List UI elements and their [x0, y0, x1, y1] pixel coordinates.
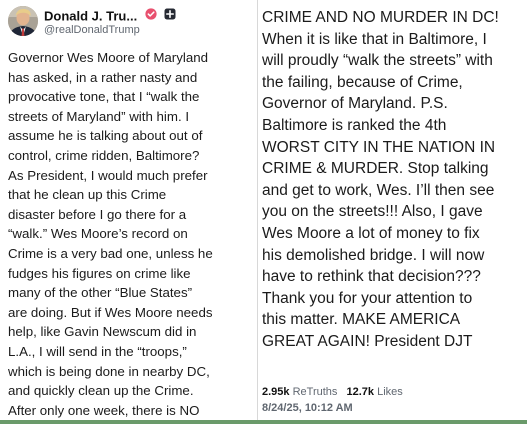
post-text-line: After only one week, there is NO [8, 402, 200, 418]
avatar-image [8, 6, 38, 36]
post-text-line: and get to work, Wes. I’ll then see [262, 181, 495, 199]
post-text-line: provocative tone, that I “walk the [8, 89, 200, 105]
post-text-line: has asked, in a rather nasty and [8, 69, 198, 85]
post-right-column: CRIME AND NO MURDER IN DC! When it is li… [258, 0, 527, 420]
author-display-name[interactable]: Donald J. Tru... [44, 9, 137, 24]
background-strip [0, 420, 527, 424]
post-text-line: assume he is talking about out of [8, 128, 203, 144]
post-text-line: fudges his figures on crime like [8, 265, 191, 281]
post-text-line: have to rethink that decision??? [262, 268, 481, 286]
post-text-line: Baltimore is ranked the 4th [262, 116, 447, 134]
retruths-stat[interactable]: 2.95k ReTruths [262, 386, 337, 398]
post-text-line: When it is like that in Baltimore, I [262, 30, 487, 48]
truth-post-screenshot: Donald J. Tru... @realDonaldTrump Govern… [0, 0, 527, 424]
likes-count: 12.7k [346, 386, 375, 398]
author-handle[interactable]: @realDonaldTrump [44, 24, 140, 36]
post-timestamp[interactable]: 8/24/25, 10:12 AM [262, 402, 353, 414]
post-text-line: are doing. But if Wes Moore needs [8, 304, 213, 320]
post-text-line: As President, I would much prefer [8, 167, 208, 183]
retruths-count: 2.95k [262, 386, 290, 398]
post-text-line: will proudly “walk the streets” with [262, 52, 493, 70]
post-text-line: disaster before I go there for a [8, 206, 187, 222]
post-text-line: Crime is a very bad one, unless he [8, 245, 213, 261]
post-text-line: L.A., I will send in the “troops,” [8, 343, 187, 359]
post-text-line: the failing, because of Crime, [262, 73, 463, 91]
post-text-line: many of the other “Blue States” [8, 285, 193, 301]
post-text-line: Thank you for your attention to [262, 289, 473, 307]
post-text-line: this matter. MAKE AMERICA [262, 311, 461, 329]
post-body-right: CRIME AND NO MURDER IN DC! When it is li… [262, 7, 527, 353]
post-text-line: which is being done in nearby DC, [8, 363, 210, 379]
post-text-line: Governor of Maryland. P.S. [262, 95, 448, 113]
post-text-line: “walk.” Wes Moore’s record on [8, 226, 188, 242]
affiliation-badge-icon [164, 7, 176, 25]
post-header: Donald J. Tru... @realDonaldTrump [8, 6, 253, 38]
likes-label: Likes [377, 386, 403, 398]
post-text-line: streets of Maryland” with him. I [8, 108, 190, 124]
post-text-line: Governor Wes Moore of Maryland [8, 50, 209, 65]
retruths-label: ReTruths [292, 386, 338, 398]
post-stats: 2.95k ReTruths 12.7k Likes [262, 386, 409, 398]
post-text-line: CRIME AND NO MURDER IN DC! [262, 9, 499, 26]
post-text-line: WORST CITY IN THE NATION IN [262, 138, 496, 156]
post-text-line: that he clean up this Crime [8, 187, 167, 203]
post-text-line: and quickly clean up the Crime. [8, 383, 194, 399]
post-text-line: control, crime ridden, Baltimore? [8, 147, 200, 163]
profile-avatar[interactable] [8, 6, 38, 36]
post-body-left: Governor Wes Moore of Maryland has asked… [8, 48, 255, 420]
author-name-row: Donald J. Tru... [44, 7, 176, 25]
post-text-line: his demolished bridge. I will now [262, 246, 485, 264]
verified-badge-icon [145, 7, 157, 25]
post-text-line: GREAT AGAIN! President DJT [262, 332, 473, 350]
likes-stat[interactable]: 12.7k Likes [346, 386, 402, 398]
post-left-column: Donald J. Tru... @realDonaldTrump Govern… [0, 0, 257, 420]
post-text-line: you on the streets!!! Also, I gave [262, 203, 483, 221]
post-text-line: Wes Moore a lot of money to fix [262, 224, 480, 242]
post-text-line: help, like Gavin Newscum did in [8, 324, 197, 340]
post-text-line: CRIME & MURDER. Stop talking [262, 160, 489, 178]
